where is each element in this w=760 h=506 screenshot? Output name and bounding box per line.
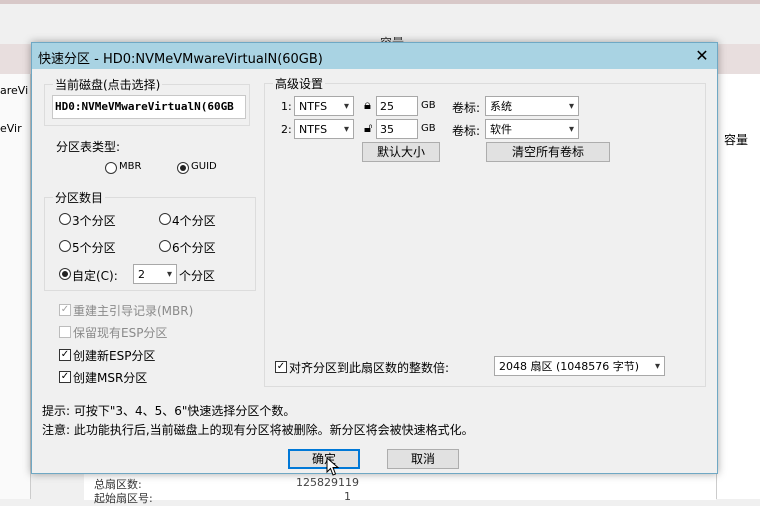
guid-radio[interactable] (177, 162, 189, 174)
chevron-down-icon: ▾ (568, 101, 574, 112)
label-custom[interactable]: 自定(C): (72, 267, 118, 284)
create-msr-checkbox[interactable]: ✓ (59, 371, 71, 383)
dialog-titlebar[interactable]: 快速分区 - HD0:NVMeVMwareVirtualN(60GB) ✕ (32, 43, 717, 69)
radio-custom[interactable] (59, 268, 71, 280)
custom-count-select[interactable]: 2 ▾ (133, 264, 177, 284)
rebuild-mbr-checkbox[interactable]: ✓ (59, 304, 71, 316)
mbr-label[interactable]: MBR (119, 161, 141, 172)
partition-table-label: 分区表类型: (56, 140, 121, 154)
advanced-settings-legend: 高级设置 (275, 77, 324, 91)
partition-2-volume-label-select[interactable]: 软件 ▾ (485, 119, 579, 139)
partition-1-label-caption: 卷标: (452, 101, 481, 115)
guid-label[interactable]: GUID (191, 161, 217, 172)
radio-6-partitions[interactable] (159, 240, 171, 252)
close-button[interactable]: ✕ (687, 43, 717, 69)
partition-1-volume-label: 系统 (490, 100, 512, 113)
partition-1-volume-label-select[interactable]: 系统 ▾ (485, 96, 579, 116)
create-esp-label[interactable]: 创建新ESP分区 (73, 347, 155, 364)
dialog-title: 快速分区 - HD0:NVMeVMwareVirtualN(60GB) (38, 52, 323, 67)
custom-count-suffix: 个分区 (179, 269, 216, 283)
label-5-partitions[interactable]: 5个分区 (72, 239, 116, 256)
partition-2-index: 2: (281, 123, 292, 136)
ok-button[interactable]: 确定 (288, 449, 360, 469)
warning-note: 注意: 此功能执行后,当前磁盘上的现有分区将被删除。新分区将会被快速格式化。 (42, 423, 474, 437)
radio-3-partitions[interactable] (59, 213, 71, 225)
hint-text: 提示: 可按下"3、4、5、6"快速选择分区个数。 (42, 404, 296, 418)
current-disk-legend: 当前磁盘(点击选择) (55, 78, 161, 92)
radio-5-partitions[interactable] (59, 240, 71, 252)
mbr-radio[interactable] (105, 162, 117, 174)
partition-2-label-caption: 卷标: (452, 124, 481, 138)
keep-esp-label[interactable]: 保留现有ESP分区 (73, 324, 167, 341)
partition-1-index: 1: (281, 100, 292, 113)
unlock-icon[interactable]: 🔓︎ (364, 121, 372, 136)
partition-2-size-input[interactable]: 35 (376, 119, 418, 139)
chevron-down-icon: ▾ (343, 101, 349, 112)
keep-esp-checkbox[interactable] (59, 326, 71, 338)
partition-2-fs: NTFS (299, 123, 328, 136)
background-tree-item[interactable]: areVi (0, 84, 28, 97)
radio-4-partitions[interactable] (159, 213, 171, 225)
create-esp-checkbox[interactable]: ✓ (59, 349, 71, 361)
chevron-down-icon: ▾ (166, 269, 172, 280)
cancel-button[interactable]: 取消 (387, 449, 459, 469)
background-disk-tree (0, 74, 31, 499)
background-top-strip (0, 0, 760, 4)
rebuild-mbr-label[interactable]: 重建主引导记录(MBR) (73, 302, 193, 319)
background-tree-item[interactable]: eVir (0, 122, 22, 135)
partition-2-fs-select[interactable]: NTFS ▾ (294, 119, 354, 139)
column-header-capacity[interactable]: 容量 (724, 131, 748, 148)
current-disk-selector[interactable]: HD0:NVMeVMwareVirtualN(60GB (52, 95, 246, 119)
custom-count-value: 2 (138, 268, 145, 281)
alignment-select[interactable]: 2048 扇区 (1048576 字节) ▾ (494, 356, 665, 376)
clear-volume-labels-button[interactable]: 清空所有卷标 (486, 142, 610, 162)
lock-icon[interactable]: 🔒︎ (364, 98, 371, 113)
quick-partition-dialog: 快速分区 - HD0:NVMeVMwareVirtualN(60GB) ✕ 当前… (31, 42, 718, 476)
total-sectors-value: 125829119 (296, 476, 359, 489)
start-sector-label: 起始扇区号: (94, 492, 153, 505)
chevron-down-icon: ▾ (568, 124, 574, 135)
partition-2-unit: GB (421, 123, 436, 134)
mouse-cursor-icon (326, 457, 340, 476)
partition-2-volume-label: 软件 (490, 123, 512, 136)
chevron-down-icon: ▾ (654, 361, 660, 372)
label-3-partitions[interactable]: 3个分区 (72, 212, 116, 229)
label-4-partitions[interactable]: 4个分区 (172, 212, 216, 229)
create-msr-label[interactable]: 创建MSR分区 (73, 369, 147, 386)
partition-1-size-input[interactable]: 25 (376, 96, 418, 116)
partition-1-fs-select[interactable]: NTFS ▾ (294, 96, 354, 116)
start-sector-value: 1 (344, 490, 351, 503)
default-size-button[interactable]: 默认大小 (362, 142, 440, 162)
label-6-partitions[interactable]: 6个分区 (172, 239, 216, 256)
partition-1-unit: GB (421, 100, 436, 111)
align-partitions-label[interactable]: 对齐分区到此扇区数的整数倍: (289, 359, 449, 376)
partition-1-fs: NTFS (299, 100, 328, 113)
alignment-value: 2048 扇区 (1048576 字节) (499, 360, 640, 373)
partition-count-legend: 分区数目 (55, 191, 104, 205)
chevron-down-icon: ▾ (343, 124, 349, 135)
align-partitions-checkbox[interactable]: ✓ (275, 361, 287, 373)
